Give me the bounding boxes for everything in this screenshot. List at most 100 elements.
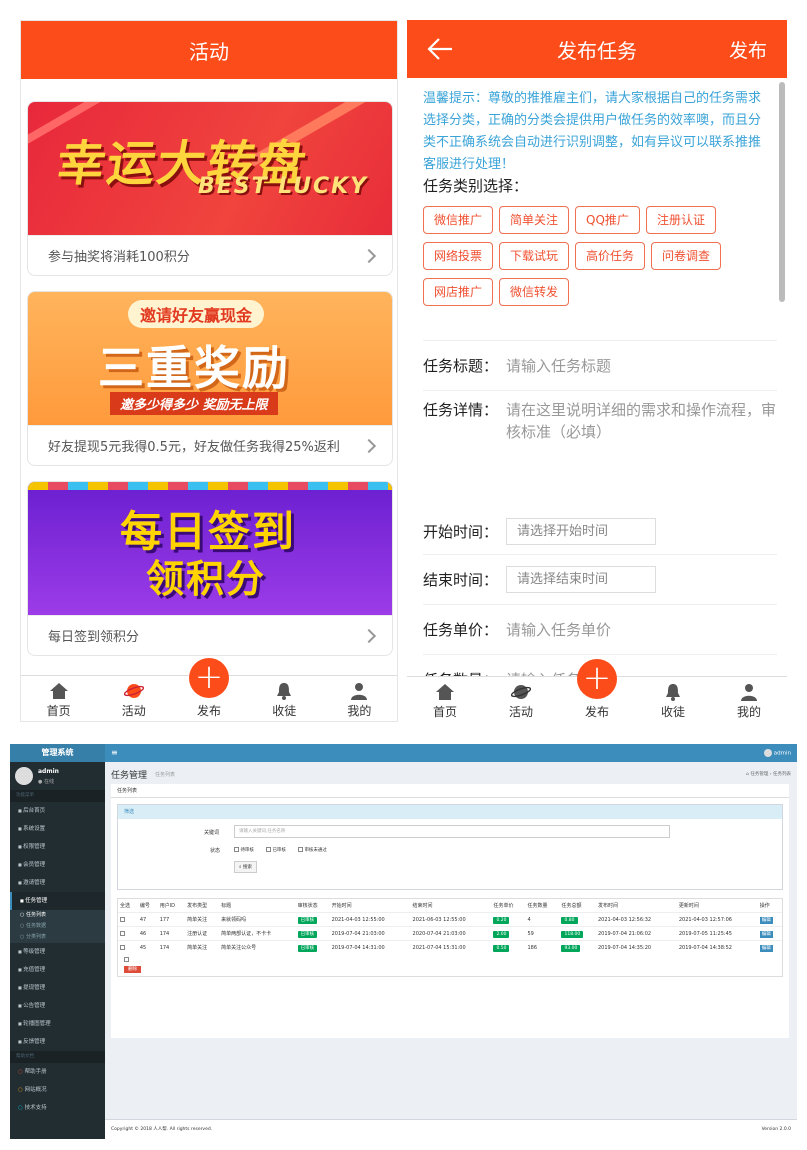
cell-text: 2019-07-05 11:25:45	[678, 930, 732, 937]
publish-button[interactable]: 发布	[729, 36, 767, 63]
cell-text: 174	[159, 930, 170, 937]
cell-text: 2021-04-03 12:56:32	[597, 916, 652, 923]
table-cell: 2019-07-04 21:03:00	[330, 927, 411, 941]
status-option[interactable]: 已审核	[266, 847, 286, 853]
cell-text: 2019-07-04 21:03:00	[331, 930, 385, 937]
category-tag[interactable]: 网店推广	[423, 278, 494, 306]
sidebar-subitem[interactable]: ○ 分类列表	[10, 932, 105, 943]
status-option[interactable]: 待审核	[234, 847, 254, 853]
help-item[interactable]: ○ 技术支持	[10, 1099, 105, 1117]
planet-icon	[511, 685, 531, 699]
row-checkbox[interactable]	[120, 916, 125, 922]
lucky-wheel-card[interactable]: 幸运大转盘 BEST LUCKY 参与抽奖将消耗100积分	[27, 101, 393, 276]
start-time-input[interactable]: 请选择开始时间	[506, 517, 657, 545]
table-header-row: 全选 编号 用户ID 发布类型 标题 审核状态 开始时间 结束时间 任务单价 任务数量 任务总额 发布…	[118, 899, 782, 913]
tab-activity[interactable]: 活动	[96, 676, 171, 721]
table-cell: 已审核	[296, 913, 330, 927]
field-label: 任务标题：	[423, 357, 499, 375]
breadcrumb-item[interactable]: 任务管理	[750, 772, 768, 777]
sidebar-item[interactable]: ■ 等级管理	[10, 943, 105, 961]
row-checkbox[interactable]	[120, 944, 125, 950]
edit-button[interactable]: 编辑	[759, 930, 773, 938]
edit-button[interactable]: 编辑	[759, 916, 773, 924]
title-input[interactable]: 请输入任务标题	[506, 355, 611, 376]
cell-text: 简单关注公众号	[221, 945, 257, 951]
cell-text: 2019-07-04 14:35:20	[597, 944, 652, 951]
select-all-checkbox[interactable]	[124, 957, 129, 962]
category-tag[interactable]: 下载试玩	[499, 242, 570, 270]
sidebar-item[interactable]: ■ 任务管理	[10, 892, 105, 910]
end-time-input[interactable]: 请选择结束时间	[506, 566, 657, 593]
keyword-input[interactable]: 请输入关键词,任务名称	[234, 825, 670, 838]
sidebar-item[interactable]: ■ 公告管理	[10, 997, 105, 1015]
checkbox[interactable]	[298, 847, 303, 852]
status-option[interactable]: 审核未通过	[298, 847, 327, 853]
table-row: 46 174 注册认证 简单两部认证，不卡卡 已审核 2019-07-04 21:03:0…	[118, 926, 782, 941]
sidebar-item-label: 提现管理	[23, 985, 46, 991]
sidebar-item[interactable]: ■ 会员管理	[10, 856, 105, 874]
help-item[interactable]: ○ 帮助手册	[10, 1063, 105, 1081]
category-tag[interactable]: 注册认证	[645, 206, 716, 234]
delete-button[interactable]: 删除	[124, 966, 141, 973]
table-cell: 2019-07-04 21:06:02	[596, 927, 677, 941]
sidebar-item[interactable]: ■ 提现管理	[10, 979, 105, 997]
sidebar-item[interactable]: ■ 反馈管理	[10, 1033, 105, 1051]
card-caption: 每日签到领积分	[48, 630, 140, 645]
table-cell: 2020-07-04 21:03:00	[411, 927, 492, 941]
breadcrumb: ⌂ 任务管理 › 任务列表	[746, 772, 791, 777]
tab-home[interactable]: 首页	[21, 676, 96, 721]
checkin-card[interactable]: 每日签到 领积分 每日签到领积分	[27, 481, 393, 656]
sidebar-subitem[interactable]: ○ 任务列表	[10, 910, 105, 921]
status-label: 状态	[210, 848, 221, 854]
table-cell: 已审核	[296, 927, 330, 941]
help-header: 帮助文档	[10, 1051, 105, 1063]
edit-button[interactable]: 编辑	[759, 944, 773, 952]
tab-apprentice[interactable]: 收徒	[635, 677, 711, 722]
version: Version 2.0.0	[761, 1127, 791, 1132]
category-tag[interactable]: 微信推广	[423, 206, 494, 234]
tab-mine[interactable]: 我的	[322, 676, 397, 721]
back-arrow-icon[interactable]	[427, 37, 453, 61]
brand-logo[interactable]: 管理系统	[10, 744, 105, 762]
tab-home[interactable]: 首页	[407, 677, 483, 722]
sidebar-item[interactable]: ■ 系统设置	[10, 820, 105, 838]
tab-label: 首页	[432, 705, 457, 719]
menu-toggle-icon[interactable]: ≡	[111, 748, 118, 757]
checkbox[interactable]	[266, 847, 271, 852]
tab-publish[interactable]: + 发布	[559, 659, 635, 722]
search-button[interactable]: ⌕ 搜索	[234, 861, 257, 873]
category-tag[interactable]: 简单关注	[499, 206, 570, 234]
column-header: 更新时间	[678, 903, 699, 909]
top-user[interactable]: admin	[764, 749, 791, 757]
category-tag[interactable]: QQ推广	[575, 206, 640, 234]
row-checkbox[interactable]	[120, 930, 125, 936]
scrollbar[interactable]	[779, 82, 785, 302]
task-table: 全选 编号 用户ID 发布类型 标题 审核状态 开始时间 结束时间 任务单价 任务数量 任务总额 发布…	[118, 899, 782, 954]
online-status: ● 在线	[38, 779, 54, 785]
table-cell: 编辑	[758, 927, 782, 941]
tab-publish[interactable]: + 发布	[171, 658, 246, 721]
sidebar-item[interactable]: ■ 邀请管理	[10, 874, 105, 892]
category-tag[interactable]: 网络投票	[423, 242, 494, 270]
category-tag[interactable]: 高价任务	[575, 242, 646, 270]
lucky-wheel-banner: 幸运大转盘 BEST LUCKY	[28, 102, 392, 235]
detail-textarea[interactable]: 请在这里说明详细的需求和操作流程，审核标准（必填）	[506, 399, 777, 443]
cell-text: 简单关注	[187, 917, 208, 923]
price-input[interactable]: 请输入任务单价	[506, 619, 611, 640]
tab-mine[interactable]: 我的	[711, 677, 787, 722]
table-cell: 93.00	[559, 941, 595, 955]
sidebar-item[interactable]: ■ 轮播图管理	[10, 1015, 105, 1033]
sidebar-item[interactable]: ■ 充值管理	[10, 961, 105, 979]
category-tag[interactable]: 微信转发	[499, 278, 570, 306]
tab-activity[interactable]: 活动	[483, 677, 559, 722]
tab-apprentice[interactable]: 收徒	[247, 676, 322, 721]
invite-card[interactable]: 邀请好友赢现金 三重奖励 邀多少得多少 奖励无上限 好友提现5元我得0.5元，好…	[27, 291, 393, 466]
field-label: 任务详情：	[423, 401, 499, 419]
help-item[interactable]: ○ 网站概况	[10, 1081, 105, 1099]
sidebar-subitem[interactable]: ○ 任务数据	[10, 921, 105, 932]
checkbox[interactable]	[234, 847, 239, 852]
tab-task-list[interactable]: 任务列表	[111, 784, 789, 798]
category-tag[interactable]: 问卷调查	[651, 242, 722, 270]
sidebar-item[interactable]: ■ 后台首页	[10, 802, 105, 820]
sidebar-item[interactable]: ■ 权限管理	[10, 838, 105, 856]
